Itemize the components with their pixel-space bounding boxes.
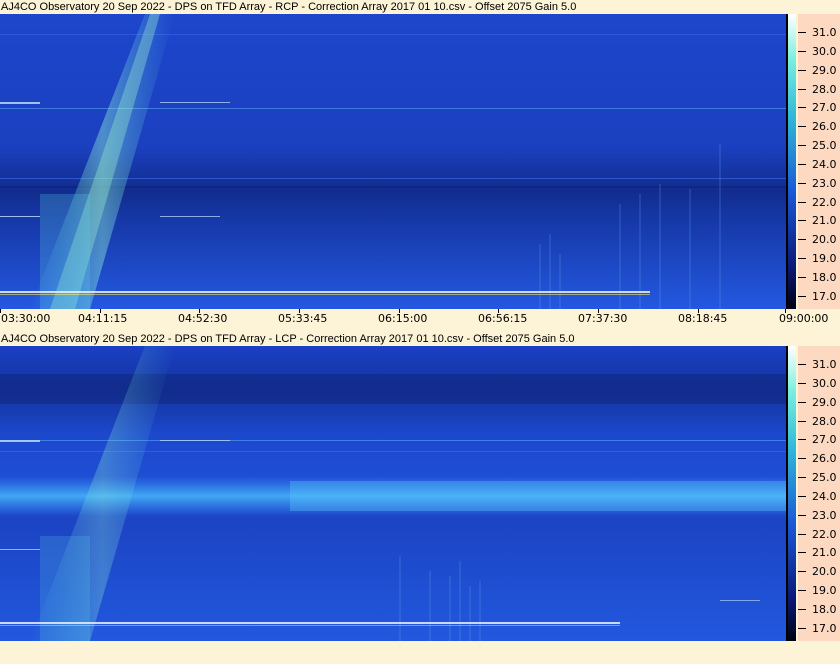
rcp-title: AJ4CO Observatory 20 Sep 2022 - DPS on T… [0,0,840,14]
rcp-colormap-bar [788,14,796,309]
rcp-spectrogram-graphic [0,14,786,309]
lcp-freq-25: 25.0 [812,471,837,484]
time-label-5: 06:56:15 [478,312,528,325]
rcp-freq-25: 25.0 [812,139,837,152]
rcp-freq-24: 24.0 [812,158,837,171]
time-label-6: 07:37:30 [578,312,628,325]
rcp-freq-28: 28.0 [812,83,837,96]
lcp-spectrogram[interactable] [0,346,786,641]
lcp-freq-21: 21.0 [812,546,837,559]
rcp-freq-29: 29.0 [812,64,837,77]
rcp-freq-21: 21.0 [812,214,837,227]
time-label-8: 09:00:00 [779,312,829,325]
lcp-spectrogram-graphic [0,346,786,641]
time-label-1: 04:11:15 [78,312,128,325]
lcp-freq-26: 26.0 [812,452,837,465]
lcp-freq-17: 17.0 [812,622,837,635]
time-label-3: 05:33:45 [278,312,328,325]
rcp-freq-19: 19.0 [812,252,837,265]
rcp-freq-30: 30.0 [812,45,837,58]
lcp-panel: AJ4CO Observatory 20 Sep 2022 - DPS on T… [0,332,840,664]
rcp-freq-27: 27.0 [812,101,837,114]
lcp-freq-23: 23.0 [812,509,837,522]
time-label-2: 04:52:30 [178,312,228,325]
rcp-panel: AJ4CO Observatory 20 Sep 2022 - DPS on T… [0,0,840,332]
lcp-freq-28: 28.0 [812,415,837,428]
rcp-spectrogram[interactable] [0,14,786,309]
rcp-freq-22: 22.0 [812,196,837,209]
time-label-4: 06:15:00 [378,312,428,325]
lcp-freq-30: 30.0 [812,377,837,390]
lcp-freq-20: 20.0 [812,565,837,578]
lcp-frequency-scale: 31.0 30.0 29.0 28.0 27.0 26.0 25.0 24.0 … [798,346,840,641]
lcp-freq-31: 31.0 [812,358,837,371]
rcp-freq-20: 20.0 [812,233,837,246]
rcp-freq-26: 26.0 [812,120,837,133]
time-label-7: 08:18:45 [678,312,728,325]
lcp-time-axis-empty [0,641,840,664]
lcp-title: AJ4CO Observatory 20 Sep 2022 - DPS on T… [0,332,840,346]
rcp-freq-17: 17.0 [812,290,837,303]
time-axis: 03:30:00 04:11:15 04:52:30 05:33:45 06:1… [0,309,840,329]
rcp-frequency-scale: 31.0 30.0 29.0 28.0 27.0 26.0 25.0 24.0 … [798,14,840,309]
lcp-colormap-bar [788,346,796,641]
lcp-freq-18: 18.0 [812,603,837,616]
rcp-freq-31: 31.0 [812,26,837,39]
time-label-0: 03:30:00 [1,312,51,325]
lcp-freq-22: 22.0 [812,528,837,541]
rcp-freq-18: 18.0 [812,271,837,284]
lcp-freq-29: 29.0 [812,396,837,409]
rcp-freq-23: 23.0 [812,177,837,190]
lcp-freq-19: 19.0 [812,584,837,597]
lcp-freq-27: 27.0 [812,433,837,446]
lcp-freq-24: 24.0 [812,490,837,503]
